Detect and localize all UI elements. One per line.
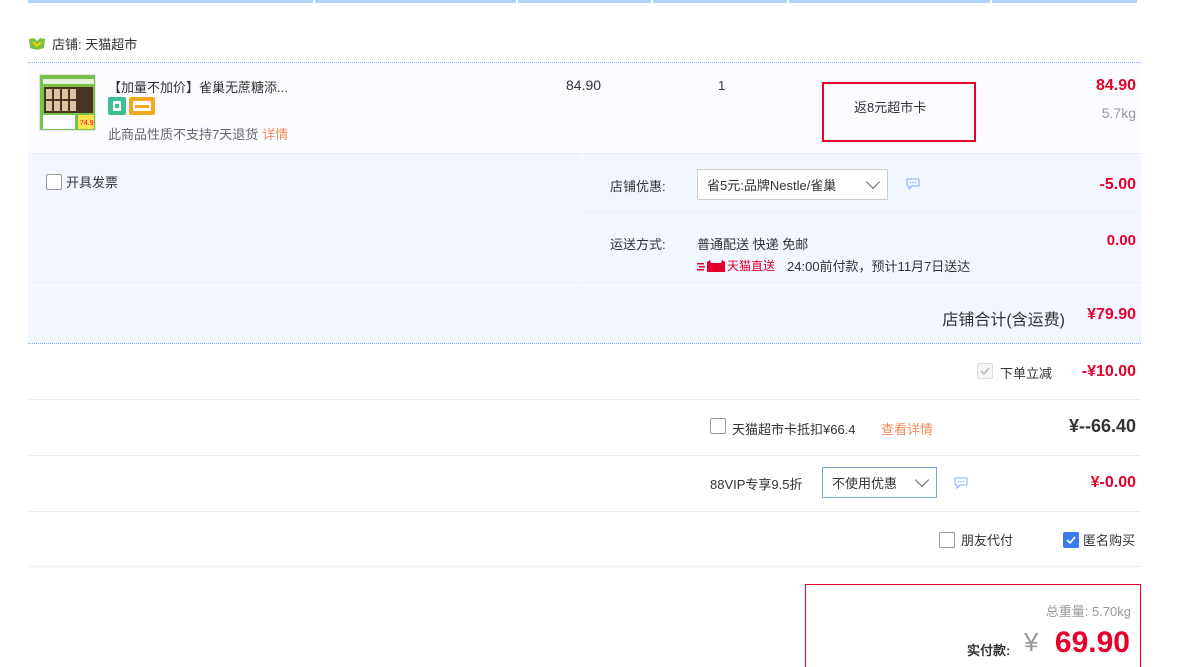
shop-discount-value: 省5元:品牌Nestle/雀巢 [707, 178, 837, 193]
shop-icon [29, 37, 45, 50]
shop-discount-label: 店铺优惠: [610, 179, 666, 194]
service-badges [108, 97, 155, 115]
shop-discount-amount: -5.00 [1099, 176, 1136, 193]
no-return-notice: 此商品性质不支持7天退货 详情 [108, 124, 288, 143]
details-link[interactable]: 详情 [262, 127, 288, 142]
shop-discount-row: 店铺优惠: 省5元:品牌Nestle/雀巢 -5.00 [585, 154, 1141, 212]
delivery-label: 运送方式: [610, 237, 666, 252]
anonymous-checkbox[interactable] [1063, 531, 1079, 548]
friend-pay-label: 朋友代付 [961, 533, 1014, 548]
product-title[interactable]: 【加量不加价】雀巢无蔗糖添... [108, 77, 328, 96]
vip-amount: ¥-0.00 [1090, 474, 1136, 491]
supermarket-card-row: 天猫超市卡抵扣¥66.4 查看详情 ¥--66.40 [28, 400, 1141, 456]
vip-select-value: 不使用优惠 [832, 476, 898, 491]
pay-amount: 69.90 [1054, 626, 1130, 659]
currency-symbol: ¥ [1024, 627, 1039, 657]
pay-label: 实付款: [967, 643, 1011, 658]
shop-total-amount: ¥79.90 [1087, 306, 1136, 323]
invoice-checkbox[interactable] [46, 173, 62, 190]
order-discount-checkbox [977, 363, 993, 379]
anonymous-label: 匿名购买 [1083, 533, 1136, 548]
product-thumbnail[interactable]: 74.9 [39, 74, 96, 131]
vip-discount-select[interactable]: 不使用优惠 [822, 467, 937, 498]
shop-header: 店铺: 天猫超市 [28, 34, 137, 53]
service-badge-icon[interactable] [108, 97, 126, 115]
invoice-label: 开具发票 [66, 175, 119, 190]
delivery-method: 普通配送 快递 免邮 [697, 237, 809, 252]
tmall-direct-logo: 天猫直送 [697, 257, 775, 274]
supermarket-card-checkbox[interactable] [710, 418, 726, 434]
rebate-highlight: 返8元超市卡 [822, 82, 976, 142]
chevron-down-icon [865, 174, 881, 190]
vip-discount-row: 88VIP专享9.5折 不使用优惠 ¥-0.00 [28, 456, 1141, 512]
payment-summary: 总重量: 5.70kg 实付款: ¥ 69.90 [805, 584, 1141, 667]
friend-pay-option[interactable]: 朋友代付 [939, 530, 1013, 549]
order-discount-row: 下单立减 -¥10.00 [28, 344, 1141, 400]
delivery-eta: 24:00前付款，预计11月7日送达 [787, 259, 971, 274]
shop-discount-select[interactable]: 省5元:品牌Nestle/雀巢 [697, 169, 888, 200]
delivery-amount: 0.00 [1106, 232, 1136, 249]
invoice-option[interactable]: 开具发票 [46, 172, 118, 191]
item-total: 84.90 [1095, 77, 1136, 94]
shop-name[interactable]: 店铺: 天猫超市 [52, 34, 137, 53]
order-options: 开具发票 店铺优惠: 省5元:品牌Nestle/雀巢 -5.00 运送方式: 普… [28, 154, 1141, 285]
shop-total-label: 店铺合计(含运费) [942, 312, 1065, 329]
view-details-link[interactable]: 查看详情 [881, 419, 933, 438]
tmall-cat-icon [697, 259, 725, 272]
quantity: 1 [718, 78, 726, 93]
item-weight: 5.7kg [1101, 105, 1136, 121]
extras-row: 朋友代付 匿名购买 [28, 512, 1141, 567]
shop-total-row: 店铺合计(含运费) ¥79.90 [28, 286, 1141, 344]
invoice-panel: 开具发票 [28, 154, 583, 285]
vip-label: 88VIP专享9.5折 [710, 477, 803, 492]
table-header-bar [28, 0, 1141, 4]
chevron-down-icon [914, 472, 930, 488]
message-icon[interactable] [906, 178, 920, 190]
card-badge-icon[interactable] [129, 97, 155, 115]
delivery-brand: 天猫直送 [727, 259, 776, 273]
message-icon[interactable] [954, 477, 968, 489]
delivery-info: 天猫直送 24:00前付款，预计11月7日送达 [697, 256, 970, 275]
delivery-row: 运送方式: 普通配送 快递 免邮 天猫直送 24:00前付款，预计11月7日送达… [585, 212, 1141, 285]
total-weight: 总重量: 5.70kg [1045, 604, 1131, 619]
friend-pay-checkbox[interactable] [939, 531, 955, 548]
anonymous-option[interactable]: 匿名购买 [1063, 530, 1135, 549]
order-discount-label: 下单立减 [1000, 366, 1053, 381]
order-discount-amount: -¥10.00 [1081, 363, 1136, 380]
supermarket-card-amount: ¥--66.40 [1068, 416, 1136, 436]
no-return-text: 此商品性质不支持7天退货 [108, 127, 259, 142]
supermarket-card-label: 天猫超市卡抵扣¥66.4 [732, 422, 856, 437]
rebate-text: 返8元超市卡 [854, 100, 927, 115]
unit-price: 84.90 [566, 77, 602, 93]
order-item-row: 74.9 【加量不加价】雀巢无蔗糖添... 此商品性质不支持7天退货 详情 84.… [28, 62, 1141, 154]
thumb-price: 74.9 [80, 120, 94, 127]
